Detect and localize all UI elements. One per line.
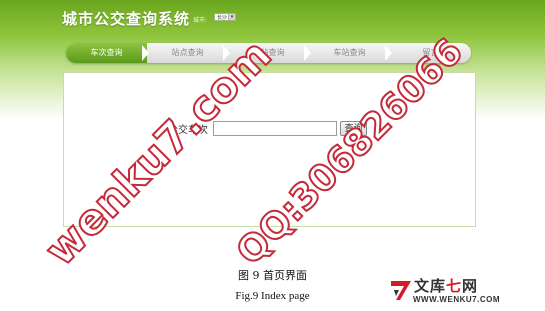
chevron-down-icon: ▾: [228, 14, 235, 20]
tab-label: 车次查询: [90, 48, 123, 57]
logo-text-highlight: 七: [446, 277, 463, 295]
city-label: 城市:: [193, 17, 208, 24]
route-input[interactable]: [213, 121, 337, 136]
wenku-logo-icon: [391, 281, 411, 300]
city-select-value: 长沙: [217, 15, 228, 21]
logo-url: WWW.WENKU7.COM: [413, 295, 500, 304]
city-select[interactable]: 长沙 ▾: [214, 13, 236, 21]
logo-text: 文库七网: [414, 275, 478, 296]
tab-label: 车站查询: [333, 48, 366, 57]
tab-route-query[interactable]: 车次查询: [66, 43, 149, 63]
tab-station-query[interactable]: 车站查询: [309, 43, 392, 63]
logo-text-prefix: 文库: [414, 277, 447, 295]
logo-text-suffix: 网: [462, 277, 479, 295]
tab-label: 站点查询: [171, 48, 204, 57]
app-title: 城市公交查询系统: [62, 10, 191, 28]
